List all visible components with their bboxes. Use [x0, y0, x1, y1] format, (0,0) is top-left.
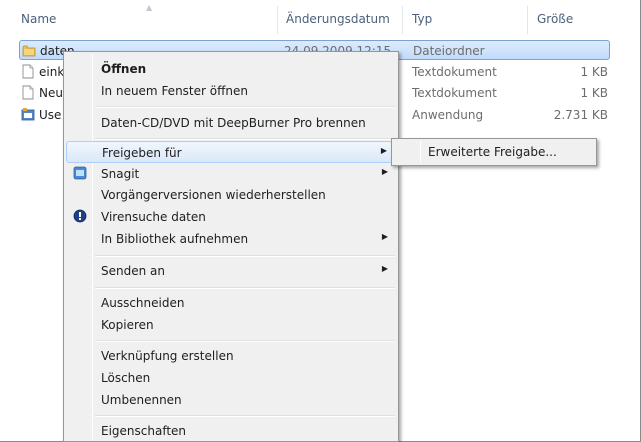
column-date-header[interactable]: Änderungsdatum — [286, 12, 390, 26]
file-type: Dateiordner — [413, 44, 485, 58]
text-document-icon — [22, 64, 34, 79]
column-divider[interactable] — [277, 6, 278, 34]
menu-item-open-new-window[interactable]: In neuem Fenster öffnen — [66, 80, 396, 102]
menu-item-delete[interactable]: Löschen — [66, 367, 396, 389]
menu-item-open[interactable]: Öffnen — [66, 58, 396, 80]
file-name: eink — [39, 65, 65, 79]
text-document-icon — [22, 85, 34, 100]
menu-item-advanced-sharing[interactable]: Erweiterte Freigabe... — [428, 145, 557, 159]
menu-separator — [95, 138, 395, 140]
menu-item-cut[interactable]: Ausschneiden — [66, 292, 396, 314]
antivirus-icon — [73, 209, 87, 223]
menu-separator — [95, 255, 395, 257]
menu-item-properties[interactable]: Eigenschaften — [66, 420, 396, 442]
menu-item-snagit[interactable]: Snagit ▶ — [66, 163, 396, 185]
menu-item-restore-versions[interactable]: Vorgängerversionen wiederherstellen — [66, 184, 396, 206]
menu-item-rename[interactable]: Umbenennen — [66, 389, 396, 411]
submenu-arrow-icon: ▶ — [380, 146, 387, 155]
file-size: 2.731 KB — [553, 108, 608, 122]
menu-item-label: Virensuche daten — [101, 210, 206, 224]
menu-item-label: In neuem Fenster öffnen — [101, 84, 248, 98]
file-name: Use — [39, 108, 62, 122]
column-divider[interactable] — [527, 6, 528, 34]
file-size: 1 KB — [580, 86, 608, 100]
submenu-arrow-icon: ▶ — [381, 232, 388, 241]
menu-item-burn[interactable]: Daten-CD/DVD mit DeepBurner Pro brennen — [66, 112, 396, 134]
explorer-file-list: Name ▲ Änderungsdatum Typ Größe daten 24… — [0, 0, 641, 442]
menu-item-label: Löschen — [101, 371, 151, 385]
menu-item-share-with[interactable]: Freigeben für ▶ — [66, 141, 396, 163]
file-type: Textdokument — [412, 86, 497, 100]
menu-separator — [95, 340, 395, 342]
menu-item-label: Verknüpfung erstellen — [101, 349, 234, 363]
menu-separator — [95, 106, 395, 108]
menu-item-add-to-library[interactable]: In Bibliothek aufnehmen ▶ — [66, 228, 396, 250]
application-icon — [21, 108, 35, 121]
column-divider[interactable] — [402, 6, 403, 34]
sort-ascending-icon: ▲ — [146, 3, 153, 12]
context-menu: Öffnen In neuem Fenster öffnen Daten-CD/… — [63, 51, 399, 442]
column-name-header[interactable]: Name — [21, 12, 56, 26]
file-type: Textdokument — [412, 65, 497, 79]
file-type: Anwendung — [412, 108, 484, 122]
menu-item-label: In Bibliothek aufnehmen — [101, 232, 249, 246]
column-type-header[interactable]: Typ — [412, 12, 432, 26]
snagit-icon — [73, 166, 87, 180]
menu-item-send-to[interactable]: Senden an ▶ — [66, 260, 396, 282]
menu-separator — [95, 287, 395, 289]
file-size: 1 KB — [580, 65, 608, 79]
share-with-submenu: Erweiterte Freigabe... — [391, 138, 597, 166]
menu-item-label: Senden an — [101, 264, 165, 278]
menu-item-label: Vorgängerversionen wiederherstellen — [101, 188, 326, 202]
menu-item-create-shortcut[interactable]: Verknüpfung erstellen — [66, 345, 396, 367]
menu-item-label: Kopieren — [101, 318, 154, 332]
menu-item-label: Eigenschaften — [101, 424, 187, 438]
menu-item-label: Umbenennen — [101, 393, 182, 407]
submenu-arrow-icon: ▶ — [381, 264, 388, 273]
menu-item-label: Snagit — [101, 167, 140, 181]
file-name: Neu — [39, 86, 63, 100]
column-header-bar: Name ▲ Änderungsdatum Typ Größe — [0, 0, 640, 35]
menu-separator — [95, 415, 395, 417]
menu-icon-gutter — [420, 141, 421, 163]
column-size-header[interactable]: Größe — [537, 12, 573, 26]
submenu-arrow-icon: ▶ — [381, 167, 388, 176]
menu-item-label: Daten-CD/DVD mit DeepBurner Pro brennen — [101, 116, 366, 130]
menu-item-label: Freigeben für — [102, 146, 182, 160]
menu-item-label: Ausschneiden — [101, 296, 185, 310]
menu-item-virus-scan[interactable]: Virensuche daten — [66, 206, 396, 228]
menu-item-copy[interactable]: Kopieren — [66, 314, 396, 336]
menu-item-label: Öffnen — [101, 62, 147, 76]
folder-icon — [22, 45, 36, 57]
